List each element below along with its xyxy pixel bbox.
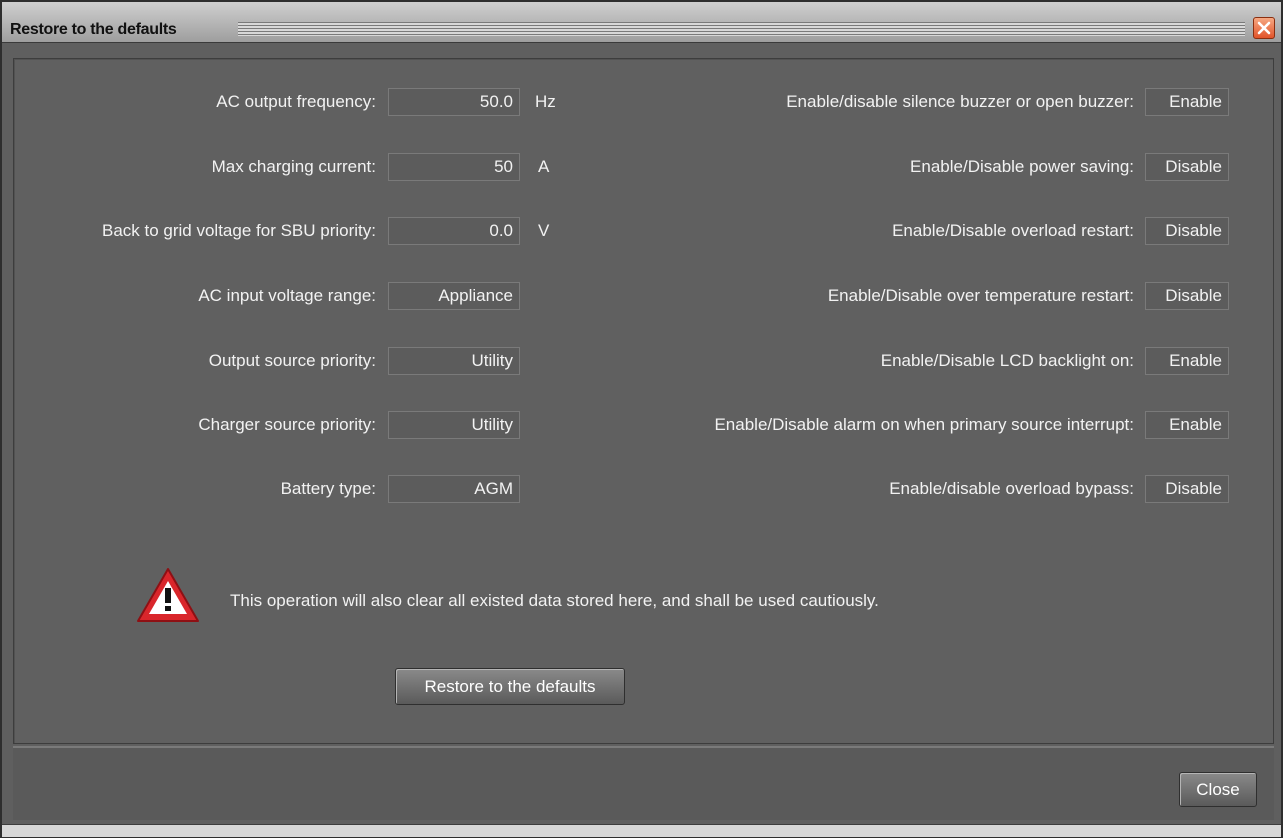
setting-label-charger-source-priority: Charger source priority: xyxy=(198,415,376,434)
setting-label-alarm-primary-source: Enable/Disable alarm on when primary sou… xyxy=(714,415,1134,434)
silence-buzzer-field: Enable xyxy=(1145,88,1229,116)
setting-label-overload-bypass: Enable/disable overload bypass: xyxy=(889,479,1134,498)
overload-bypass-field: Disable xyxy=(1145,475,1229,503)
output-source-priority-field: Utility xyxy=(388,347,520,375)
settings-panel: AC output frequency: 50.0 Hz Max chargin… xyxy=(13,58,1274,744)
alarm-primary-source-field: Enable xyxy=(1145,411,1229,439)
setting-label-max-charging-current: Max charging current: xyxy=(211,157,376,176)
ac-input-voltage-range-field: Appliance xyxy=(388,282,520,310)
warning-message: This operation will also clear all exist… xyxy=(230,591,879,610)
setting-label-battery-type: Battery type: xyxy=(280,479,376,498)
overload-restart-field: Disable xyxy=(1145,217,1229,245)
setting-label-power-saving: Enable/Disable power saving: xyxy=(910,157,1134,176)
over-temperature-restart-field: Disable xyxy=(1145,282,1229,310)
title-bar-stripes xyxy=(238,22,1245,36)
ac-output-frequency-unit: Hz xyxy=(535,92,556,111)
window-title: Restore to the defaults xyxy=(10,21,177,38)
setting-label-ac-output-frequency: AC output frequency: xyxy=(216,92,376,111)
ac-output-frequency-field: 50.0 xyxy=(388,88,520,116)
window-close-button[interactable] xyxy=(1253,17,1275,39)
setting-label-silence-buzzer: Enable/disable silence buzzer or open bu… xyxy=(786,92,1134,111)
max-charging-current-field: 50 xyxy=(388,153,520,181)
restore-defaults-button[interactable]: Restore to the defaults xyxy=(395,668,625,705)
power-saving-field: Disable xyxy=(1145,153,1229,181)
back-to-grid-voltage-unit: V xyxy=(538,221,550,240)
warning-triangle-icon xyxy=(137,568,199,622)
setting-label-over-temperature-restart: Enable/Disable over temperature restart: xyxy=(827,286,1134,305)
setting-label-ac-input-voltage-range: AC input voltage range: xyxy=(198,286,376,305)
lcd-backlight-field: Enable xyxy=(1145,347,1229,375)
restore-defaults-dialog: Restore to the defaults AC output freque… xyxy=(0,0,1283,838)
back-to-grid-voltage-field: 0.0 xyxy=(388,217,520,245)
close-button[interactable]: Close xyxy=(1179,772,1257,807)
setting-label-output-source-priority: Output source priority: xyxy=(208,351,376,370)
battery-type-field: AGM xyxy=(388,475,520,503)
setting-label-lcd-backlight: Enable/Disable LCD backlight on: xyxy=(880,351,1134,370)
setting-label-overload-restart: Enable/Disable overload restart: xyxy=(892,221,1134,240)
title-bar[interactable]: Restore to the defaults xyxy=(2,2,1281,43)
max-charging-current-unit: A xyxy=(538,157,550,176)
dialog-footer: Close xyxy=(13,748,1274,820)
charger-source-priority-field: Utility xyxy=(388,411,520,439)
window-bottom-edge xyxy=(2,824,1281,837)
setting-label-back-to-grid-voltage: Back to grid voltage for SBU priority: xyxy=(101,221,376,240)
close-icon xyxy=(1257,21,1271,35)
